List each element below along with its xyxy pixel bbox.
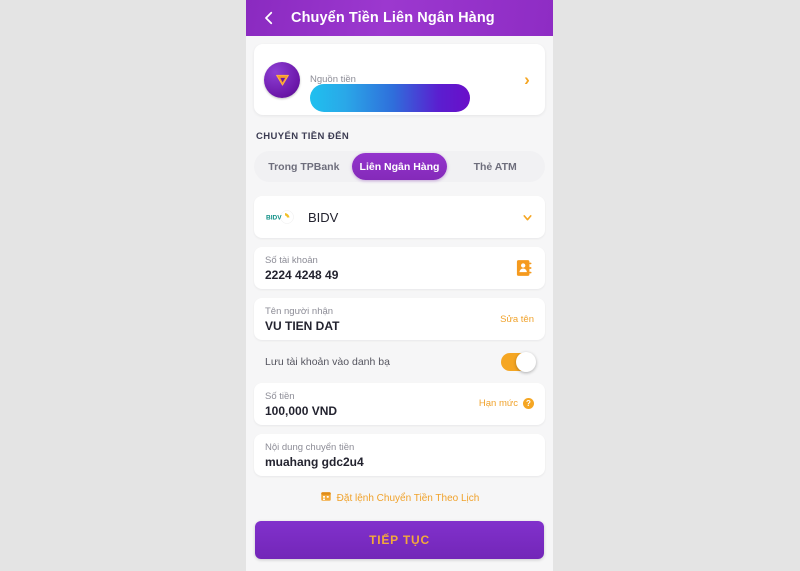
recipient-name-value: VU TIEN DAT xyxy=(265,318,340,333)
bank-name-value: BIDV xyxy=(308,209,339,225)
toggle-knob xyxy=(516,352,536,372)
save-contact-label: Lưu tài khoản vào danh bạ xyxy=(265,356,390,368)
chevron-down-icon[interactable] xyxy=(520,211,534,224)
arrow-left-icon xyxy=(260,9,278,27)
amount-label: Số tiền xyxy=(265,390,295,402)
limit-link[interactable]: Hạn mức? xyxy=(478,398,534,410)
chevron-right-icon[interactable]: › xyxy=(519,71,535,88)
section-title-transfer-to: CHUYỂN TIỀN ĐẾN xyxy=(256,131,350,142)
transfer-type-tabs: Trong TPBank Liên Ngân Hàng Thẻ ATM xyxy=(254,151,545,182)
calendar-icon xyxy=(320,489,332,507)
continue-button[interactable]: TIẾP TỤC xyxy=(255,521,544,559)
limit-link-label: Hạn mức xyxy=(478,398,518,410)
tpbank-wallet-icon xyxy=(264,61,300,98)
account-number-label: Số tài khoản xyxy=(265,254,318,266)
bidv-logo-icon: BIDV xyxy=(265,208,295,226)
scheduled-transfer-link[interactable]: Đặt lệnh Chuyển Tiền Theo Lịch xyxy=(246,489,553,507)
page-title: Chuyển Tiền Liên Ngân Hàng xyxy=(291,10,495,26)
contact-book-icon[interactable] xyxy=(514,258,534,278)
app-header: Chuyển Tiền Liên Ngân Hàng xyxy=(246,0,553,36)
amount-field[interactable]: Số tiền 100,000 VND Hạn mức? xyxy=(254,383,545,425)
transfer-note-texts: Nội dung chuyển tiền muahang gdc2u4 xyxy=(265,441,534,470)
transfer-note-field[interactable]: Nội dung chuyển tiền muahang gdc2u4 xyxy=(254,434,545,476)
tab-the-atm[interactable]: Thẻ ATM xyxy=(447,153,543,180)
bank-selector[interactable]: BIDV BIDV xyxy=(254,196,545,238)
redaction-overlay xyxy=(310,83,470,112)
account-number-field[interactable]: Số tài khoản 2224 4248 49 xyxy=(254,247,545,289)
amount-texts: Số tiền 100,000 VND xyxy=(265,390,473,419)
recipient-name-field[interactable]: Tên người nhận VU TIEN DAT Sửa tên xyxy=(254,298,545,340)
back-button[interactable] xyxy=(256,5,282,31)
edit-name-link[interactable]: Sửa tên xyxy=(500,314,534,325)
tab-lien-ngan-hang[interactable]: Liên Ngân Hàng xyxy=(351,153,448,180)
screen-body: Nguồn tiền › CHUYỂN TIỀN ĐẾN Trong TPBan… xyxy=(246,36,553,571)
source-of-funds-card[interactable]: Nguồn tiền › xyxy=(254,44,545,115)
account-number-texts: Số tài khoản 2224 4248 49 xyxy=(265,254,514,283)
save-contact-toggle[interactable] xyxy=(501,352,536,372)
tab-trong-tpbank[interactable]: Trong TPBank xyxy=(256,153,352,180)
recipient-name-label: Tên người nhận xyxy=(265,305,334,317)
transfer-note-label: Nội dung chuyển tiền xyxy=(265,441,355,453)
continue-button-label: TIẾP TỤC xyxy=(369,533,430,547)
amount-value: 100,000 VND xyxy=(265,403,338,418)
phone-screen: Chuyển Tiền Liên Ngân Hàng Nguồn tiền › … xyxy=(246,0,553,571)
account-number-value: 2224 4248 49 xyxy=(265,267,339,282)
svg-text:BIDV: BIDV xyxy=(266,215,282,222)
recipient-name-texts: Tên người nhận VU TIEN DAT xyxy=(265,305,494,334)
scheduled-transfer-label: Đặt lệnh Chuyển Tiền Theo Lịch xyxy=(336,492,480,504)
source-of-funds-texts: Nguồn tiền xyxy=(310,73,519,112)
save-contact-row: Lưu tài khoản vào danh bạ xyxy=(254,350,545,374)
transfer-note-value: muahang gdc2u4 xyxy=(265,454,364,469)
help-icon[interactable]: ? xyxy=(523,398,534,410)
